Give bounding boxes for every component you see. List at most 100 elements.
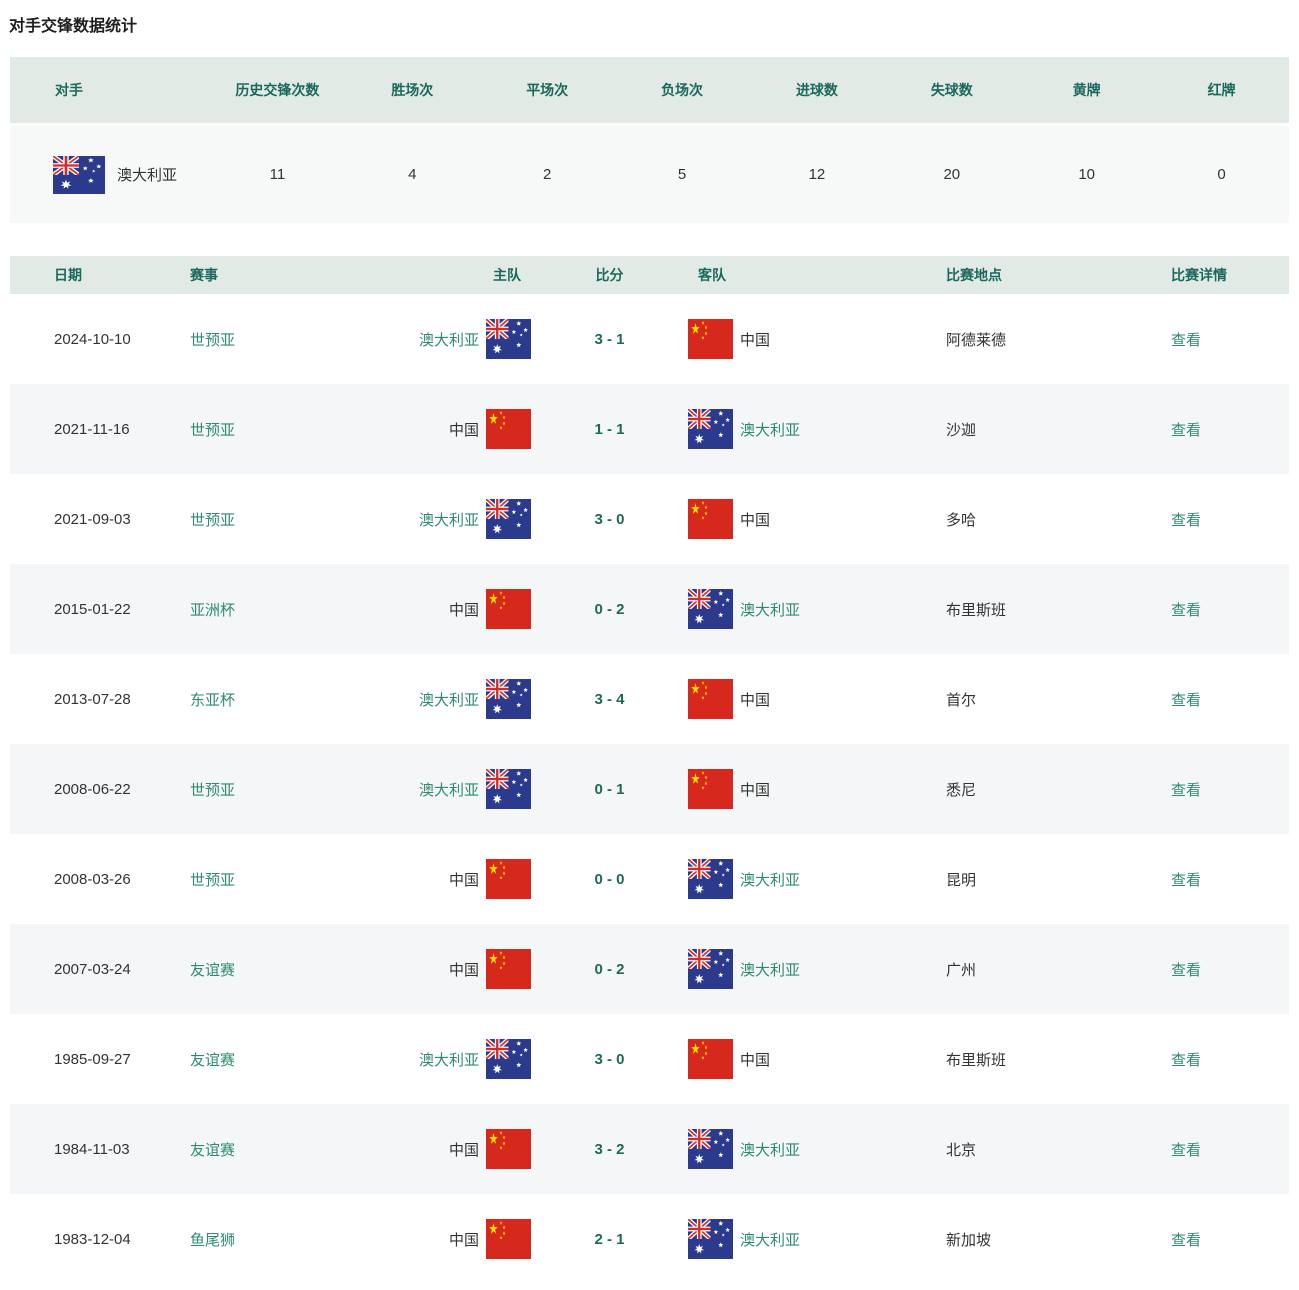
match-header-cell: 主队 (320, 265, 531, 285)
competition-link[interactable]: 世预亚 (190, 329, 320, 350)
summary-header-cell: 历史交锋次数 (210, 80, 345, 100)
view-details-link[interactable]: 查看 (1171, 1229, 1289, 1250)
view-details-link[interactable]: 查看 (1171, 689, 1289, 710)
match-date: 2008-06-22 (54, 781, 190, 798)
away-team-name[interactable]: 澳大利亚 (740, 1229, 800, 1250)
away-team-cell: 中国 (688, 1039, 946, 1079)
home-team-name[interactable]: 澳大利亚 (419, 779, 479, 800)
match-row: 2021-11-16世预亚中国1 - 1澳大利亚沙迦查看 (10, 384, 1289, 474)
australia-flag-icon (688, 1129, 733, 1169)
home-team-name[interactable]: 澳大利亚 (419, 329, 479, 350)
competition-link[interactable]: 东亚杯 (190, 689, 320, 710)
match-header-cell: 比赛地点 (946, 265, 1171, 285)
opponent-cell: 澳大利亚 (10, 156, 210, 194)
away-team-name: 中国 (740, 509, 770, 530)
away-team-cell: 澳大利亚 (688, 859, 946, 899)
view-details-link[interactable]: 查看 (1171, 779, 1289, 800)
home-team-name[interactable]: 澳大利亚 (419, 509, 479, 530)
view-details-link[interactable]: 查看 (1171, 1049, 1289, 1070)
away-team-cell: 澳大利亚 (688, 949, 946, 989)
competition-link[interactable]: 世预亚 (190, 869, 320, 890)
match-date: 2024-10-10 (54, 331, 190, 348)
match-row: 2024-10-10世预亚澳大利亚3 - 1中国阿德莱德查看 (10, 294, 1289, 384)
view-details-link[interactable]: 查看 (1171, 599, 1289, 620)
home-team-cell: 中国 (320, 589, 531, 629)
china-flag-icon (486, 409, 531, 449)
away-team-cell: 澳大利亚 (688, 1129, 946, 1169)
away-team-cell: 澳大利亚 (688, 409, 946, 449)
summary-value: 20 (884, 166, 1019, 183)
australia-flag-icon (53, 156, 105, 194)
home-team-name[interactable]: 澳大利亚 (419, 689, 479, 710)
view-details-link[interactable]: 查看 (1171, 509, 1289, 530)
away-team-name[interactable]: 澳大利亚 (740, 959, 800, 980)
match-row: 2021-09-03世预亚澳大利亚3 - 0中国多哈查看 (10, 474, 1289, 564)
home-team-cell: 中国 (320, 949, 531, 989)
match-header-cell: 赛事 (190, 265, 320, 285)
away-team-cell: 澳大利亚 (688, 1219, 946, 1259)
view-details-link[interactable]: 查看 (1171, 1139, 1289, 1160)
home-team-cell: 中国 (320, 1129, 531, 1169)
away-team-cell: 澳大利亚 (688, 589, 946, 629)
australia-flag-icon (688, 1219, 733, 1259)
match-score: 0 - 0 (531, 871, 688, 888)
view-details-link[interactable]: 查看 (1171, 869, 1289, 890)
match-venue: 广州 (946, 959, 1171, 980)
china-flag-icon (486, 589, 531, 629)
australia-flag-icon (486, 1039, 531, 1079)
summary-table-row: 澳大利亚114251220100 (10, 126, 1289, 223)
competition-link[interactable]: 鱼尾狮 (190, 1229, 320, 1250)
view-details-link[interactable]: 查看 (1171, 419, 1289, 440)
match-score: 0 - 2 (531, 601, 688, 618)
australia-flag-icon (688, 589, 733, 629)
away-team-cell: 中国 (688, 769, 946, 809)
competition-link[interactable]: 世预亚 (190, 779, 320, 800)
summary-value: 5 (615, 166, 750, 183)
away-team-name[interactable]: 澳大利亚 (740, 419, 800, 440)
match-venue: 新加坡 (946, 1229, 1171, 1250)
home-team-name: 中国 (449, 1229, 479, 1250)
match-score: 3 - 0 (531, 1051, 688, 1068)
china-flag-icon (486, 1219, 531, 1259)
australia-flag-icon (486, 769, 531, 809)
match-venue: 布里斯班 (946, 1049, 1171, 1070)
summary-header-cell: 对手 (10, 80, 210, 100)
view-details-link[interactable]: 查看 (1171, 959, 1289, 980)
match-venue: 沙迦 (946, 419, 1171, 440)
china-flag-icon (486, 949, 531, 989)
match-venue: 阿德莱德 (946, 329, 1171, 350)
match-row: 2015-01-22亚洲杯中国0 - 2澳大利亚布里斯班查看 (10, 564, 1289, 654)
competition-link[interactable]: 世预亚 (190, 419, 320, 440)
competition-link[interactable]: 友谊赛 (190, 959, 320, 980)
view-details-link[interactable]: 查看 (1171, 329, 1289, 350)
match-date: 1984-11-03 (54, 1141, 190, 1158)
away-team-cell: 中国 (688, 319, 946, 359)
competition-link[interactable]: 亚洲杯 (190, 599, 320, 620)
away-team-name[interactable]: 澳大利亚 (740, 869, 800, 890)
match-score: 2 - 1 (531, 1231, 688, 1248)
australia-flag-icon (486, 679, 531, 719)
match-score: 3 - 2 (531, 1141, 688, 1158)
page-title: 对手交锋数据统计 (9, 15, 1299, 39)
china-flag-icon (688, 1039, 733, 1079)
summary-value: 0 (1154, 166, 1289, 183)
match-table-body: 2024-10-10世预亚澳大利亚3 - 1中国阿德莱德查看2021-11-16… (10, 294, 1289, 1284)
match-date: 1985-09-27 (54, 1051, 190, 1068)
home-team-cell: 中国 (320, 1219, 531, 1259)
head-to-head-page: 对手交锋数据统计 对手历史交锋次数胜场次平场次负场次进球数失球数黄牌红牌 澳大利… (0, 15, 1299, 1284)
home-team-cell: 澳大利亚 (320, 679, 531, 719)
home-team-name: 中国 (449, 869, 479, 890)
competition-link[interactable]: 友谊赛 (190, 1139, 320, 1160)
competition-link[interactable]: 友谊赛 (190, 1049, 320, 1070)
summary-header-cell: 负场次 (615, 80, 750, 100)
home-team-name[interactable]: 澳大利亚 (419, 1049, 479, 1070)
match-date: 2007-03-24 (54, 961, 190, 978)
competition-link[interactable]: 世预亚 (190, 509, 320, 530)
summary-header-cell: 失球数 (884, 80, 1019, 100)
australia-flag-icon (486, 319, 531, 359)
match-date: 1983-12-04 (54, 1231, 190, 1248)
home-team-cell: 澳大利亚 (320, 1039, 531, 1079)
away-team-name[interactable]: 澳大利亚 (740, 599, 800, 620)
away-team-name[interactable]: 澳大利亚 (740, 1139, 800, 1160)
summary-header-cell: 黄牌 (1019, 80, 1154, 100)
